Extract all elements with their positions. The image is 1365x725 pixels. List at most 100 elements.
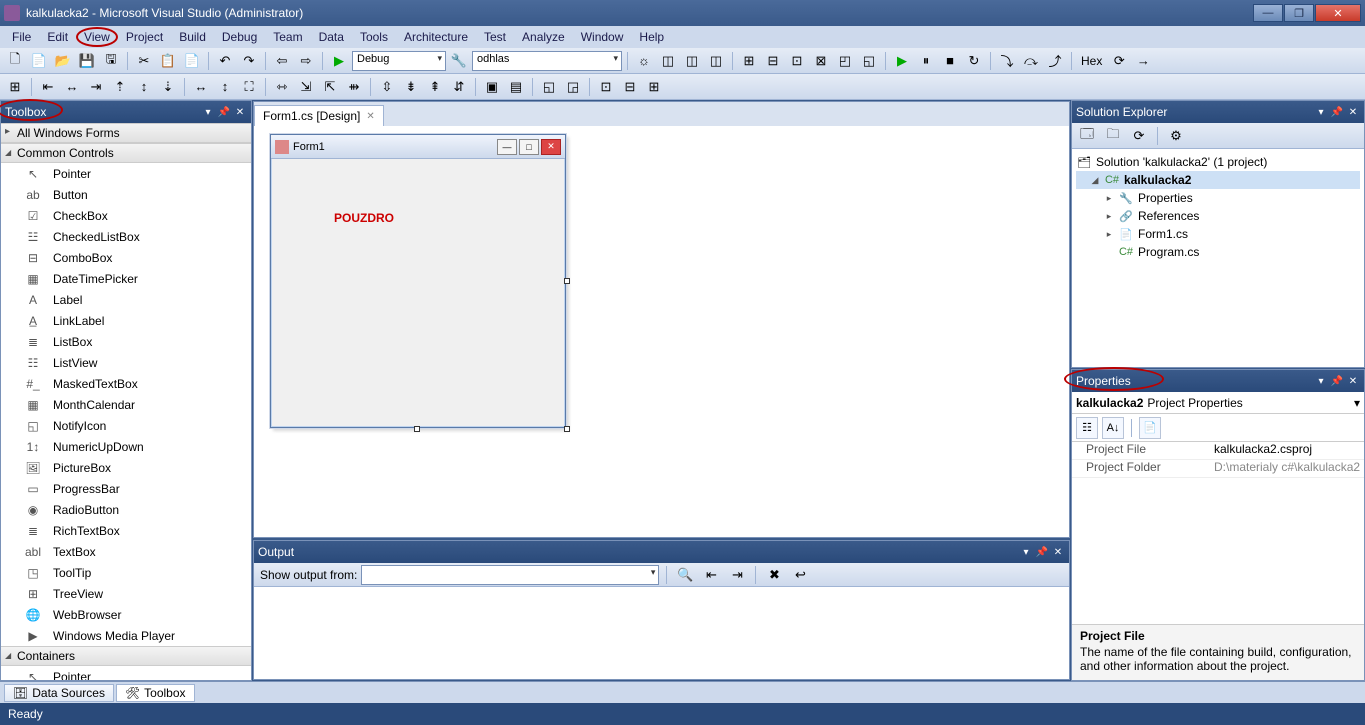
toolbox-cat-common[interactable]: Common Controls [1,143,251,163]
resize-handle-e[interactable] [564,278,570,284]
output-clear-button[interactable]: ✖ [763,564,785,586]
props-close-icon[interactable]: ✕ [1346,374,1360,388]
save-all-button[interactable]: 🖫 [100,50,122,72]
tab-toolbox[interactable]: 🛠Toolbox [116,684,195,702]
prop-value[interactable]: kalkulacka2.csproj [1210,442,1364,459]
add-item-button[interactable]: 📄 [28,50,50,72]
output-pin-icon[interactable]: 📌 [1035,545,1049,559]
expand-icon[interactable]: ◢ [1090,175,1100,186]
output-close-icon[interactable]: ✕ [1051,545,1065,559]
menu-team[interactable]: Team [265,28,310,46]
tree-form1[interactable]: ▸📄Form1.cs [1076,225,1360,243]
align-grid[interactable]: ⊞ [4,76,26,98]
save-button[interactable]: 💾 [76,50,98,72]
same-height[interactable]: ↕ [214,76,236,98]
output-find-button[interactable]: 🔍 [674,564,696,586]
output-dropdown-icon[interactable]: ▾ [1019,545,1033,559]
step-over[interactable]: ⤼ [1020,50,1042,72]
tree-properties[interactable]: ▸🔧Properties [1076,189,1360,207]
center-h[interactable]: ▣ [481,76,503,98]
tab-form1-design[interactable]: Form1.cs [Design] ✕ [254,105,384,126]
hspace-inc[interactable]: ⇲ [295,76,317,98]
designer-surface[interactable]: Form1 — □ ✕ POUZDRO [254,126,1069,537]
align-right[interactable]: ⇥ [85,76,107,98]
toolbox-item[interactable]: ⊟ComboBox [1,247,251,268]
tab-close-icon[interactable]: ✕ [366,111,374,122]
dbg-start[interactable]: ▶ [891,50,913,72]
toolbox-item[interactable]: 🌐WebBrowser [1,604,251,625]
new-project-button[interactable]: 🗋 [4,50,26,72]
toolbox-item[interactable]: ablTextBox [1,541,251,562]
props-pin-icon[interactable]: 📌 [1330,374,1344,388]
toolbox-item[interactable]: ☷ListView [1,352,251,373]
props-dropdown-icon[interactable]: ▾ [1314,374,1328,388]
redo-button[interactable]: ↷ [238,50,260,72]
config-combo[interactable]: Debug [352,51,446,71]
tb-misc-7[interactable]: ⊡ [786,50,808,72]
toolbox-item[interactable]: #_MaskedTextBox [1,373,251,394]
output-wrap-button[interactable]: ↩ [789,564,811,586]
properties-grid[interactable]: Project File kalkulacka2.csproj Project … [1072,442,1364,624]
hex-label[interactable]: Hex [1077,54,1106,68]
toolbox-item[interactable]: ▦MonthCalendar [1,394,251,415]
props-alpha-button[interactable]: A↓ [1102,417,1124,439]
dbg-pause[interactable]: ⏸ [915,50,937,72]
undo-button[interactable]: ↶ [214,50,236,72]
menu-architecture[interactable]: Architecture [396,28,476,46]
menu-file[interactable]: File [4,28,39,46]
toolbox-item[interactable]: ▦DateTimePicker [1,268,251,289]
solexp-refresh-button[interactable]: ⟳ [1128,125,1150,147]
menu-analyze[interactable]: Analyze [514,28,573,46]
toolbox-item[interactable]: ▭ProgressBar [1,478,251,499]
toolbox-cat-all[interactable]: All Windows Forms [1,123,251,143]
hspace-dec[interactable]: ⇱ [319,76,341,98]
solexp-properties-button[interactable]: 🗔 [1076,125,1098,147]
toolbox-item[interactable]: ◳ToolTip [1,562,251,583]
toolbox-item[interactable]: ↖ Pointer [1,666,251,680]
dbg-restart[interactable]: ↻ [963,50,985,72]
toolbox-item[interactable]: 1↕NumericUpDown [1,436,251,457]
prop-row[interactable]: Project Folder D:\materialy c#\kalkulack… [1072,460,1364,478]
same-width[interactable]: ↔ [190,76,212,98]
vspace-inc[interactable]: ⇟ [400,76,422,98]
toolbox-item[interactable]: ◉RadioButton [1,499,251,520]
tb-misc-9[interactable]: ◰ [834,50,856,72]
toolbox-item[interactable]: abButton [1,184,251,205]
tab-order[interactable]: ⊡ [595,76,617,98]
prop-row[interactable]: Project File kalkulacka2.csproj [1072,442,1364,460]
output-source-combo[interactable] [361,565,659,585]
same-size[interactable]: ⛶ [238,76,260,98]
toolbox-item[interactable]: ALabel [1,289,251,310]
toolbox-item[interactable]: 🖼PictureBox [1,457,251,478]
expand-icon[interactable]: ▸ [1104,211,1114,222]
tree-project[interactable]: ◢C#kalkulacka2 [1076,171,1360,189]
center-v[interactable]: ▤ [505,76,527,98]
toolbox-item[interactable]: A̲LinkLabel [1,310,251,331]
tb-tail-1[interactable]: ⟳ [1108,50,1130,72]
minimize-button[interactable]: — [1253,4,1283,22]
form-body[interactable]: POUZDRO [271,159,565,427]
menu-window[interactable]: Window [573,28,632,46]
lock-controls[interactable]: ⊟ [619,76,641,98]
toolbox-item[interactable]: ⊞TreeView [1,583,251,604]
toolbox-item[interactable]: ☑CheckBox [1,205,251,226]
solexp-code-button[interactable]: ⚙ [1165,125,1187,147]
align-bottom[interactable]: ⇣ [157,76,179,98]
maximize-button[interactable]: ❐ [1284,4,1314,22]
menu-tools[interactable]: Tools [352,28,396,46]
open-button[interactable]: 📂 [52,50,74,72]
tb-misc-2[interactable]: ◫ [657,50,679,72]
hspace-rem[interactable]: ⇻ [343,76,365,98]
nav-fwd-button[interactable]: ⇨ [295,50,317,72]
tree-references[interactable]: ▸🔗References [1076,207,1360,225]
menu-debug[interactable]: Debug [214,28,265,46]
toolbox-item[interactable]: ▶Windows Media Player [1,625,251,646]
tb-misc-10[interactable]: ◱ [858,50,880,72]
vspace-rem[interactable]: ⇵ [448,76,470,98]
resize-handle-s[interactable] [414,426,420,432]
solexp-showall-button[interactable]: 🗀 [1102,125,1124,147]
align-center-h[interactable]: ↔ [61,76,83,98]
form-window[interactable]: Form1 — □ ✕ POUZDRO [270,134,566,428]
step-into[interactable]: ⤵ [996,50,1018,72]
vspace-dec[interactable]: ⇞ [424,76,446,98]
